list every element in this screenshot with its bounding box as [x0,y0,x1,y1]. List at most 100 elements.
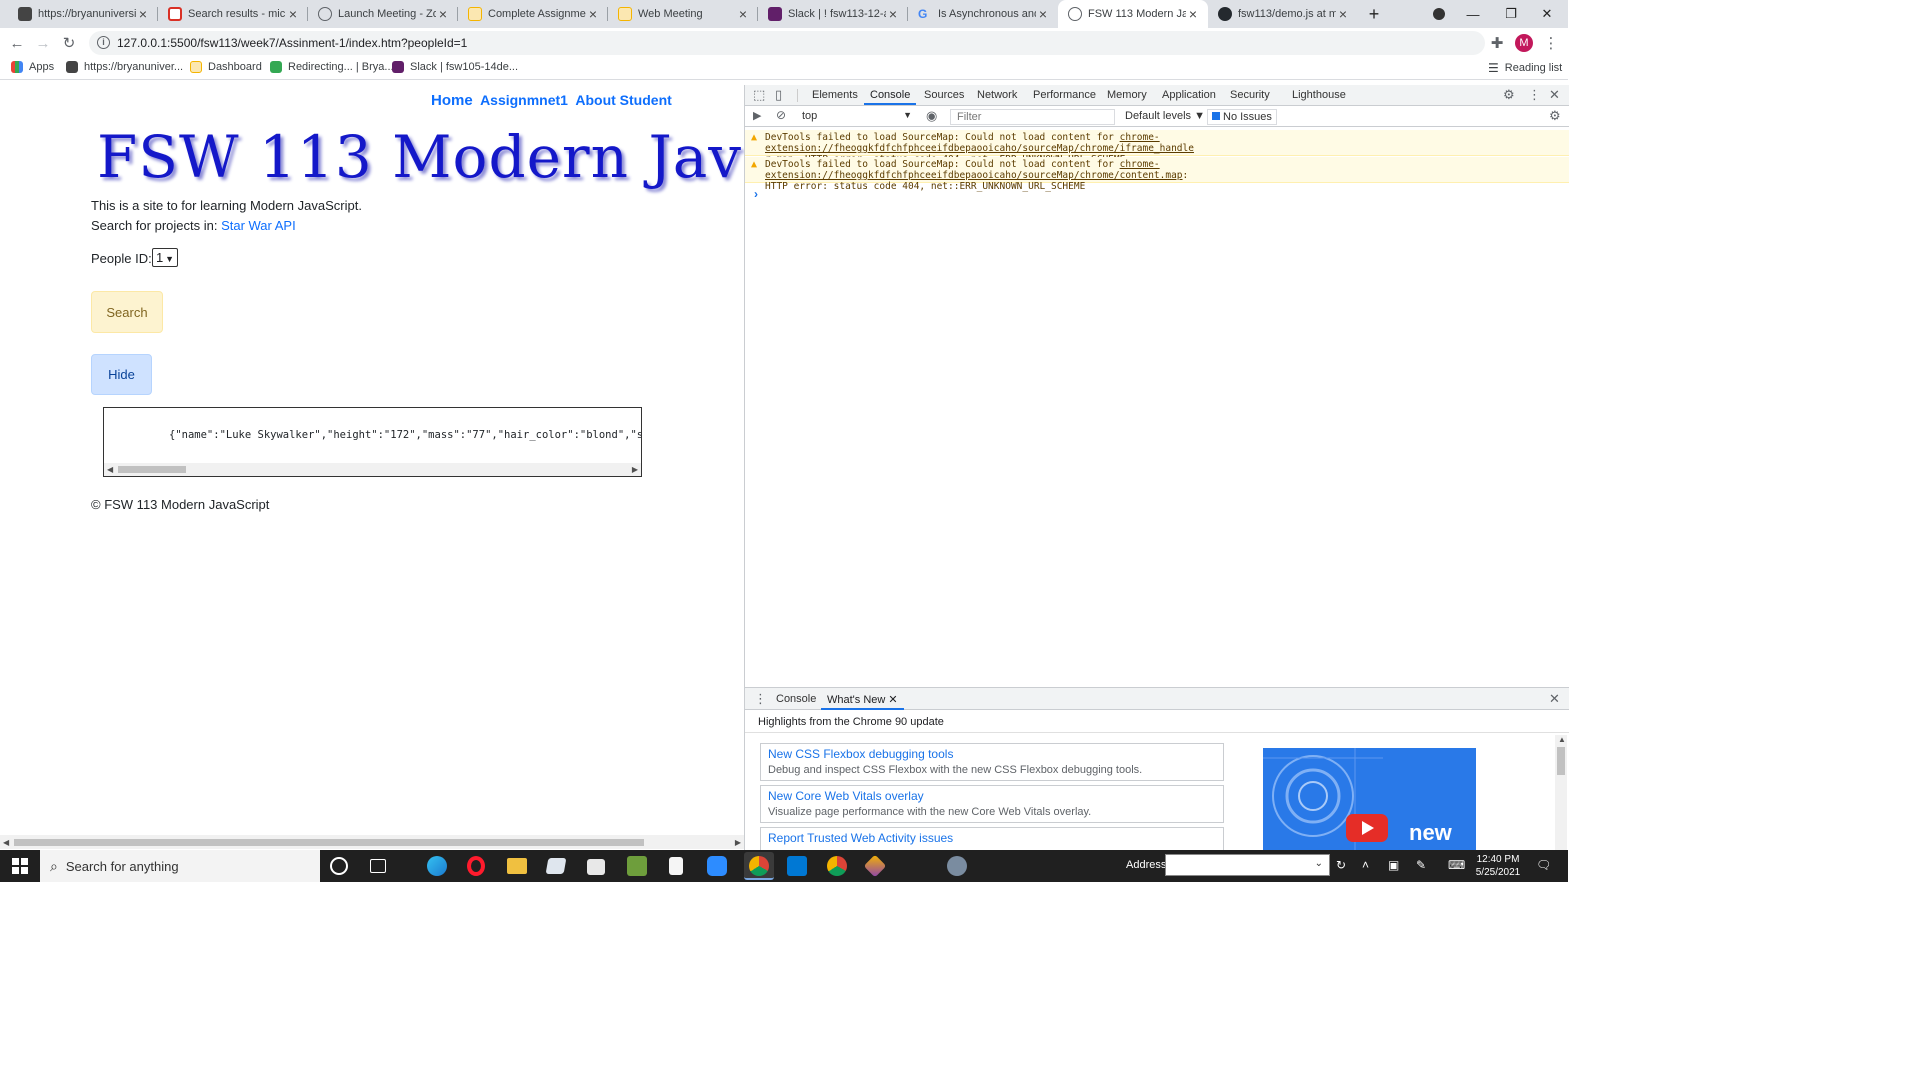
bookmark-bryan-university[interactable]: https://bryanuniver... [66,61,183,73]
close-icon[interactable]: × [736,6,750,22]
tab-web-meeting[interactable]: Web Meeting × [608,0,758,28]
menu-kebab-icon[interactable]: ⋮ [1528,87,1541,103]
tab-elements[interactable]: Elements [812,89,858,101]
context-select[interactable]: top ▼ [802,110,912,122]
nav-home-link[interactable]: Home [431,92,473,109]
profile-avatar[interactable]: M [1513,32,1535,54]
console-prompt-caret[interactable]: › [754,187,758,201]
bookmark-apps[interactable]: Apps [11,61,54,73]
file-explorer-icon[interactable] [507,858,527,874]
close-devtools-icon[interactable]: ✕ [1549,87,1560,103]
edge-icon[interactable] [427,856,447,876]
close-drawer-icon[interactable]: ✕ [1549,691,1560,707]
console-settings-gear-icon[interactable]: ⚙ [1549,108,1561,124]
drawer-tab-console[interactable]: Console [776,693,816,705]
url-text[interactable]: 127.0.0.1:5500/fsw113/week7/Assinment-1/… [117,36,467,50]
minecraft-icon[interactable] [627,856,647,876]
search-button[interactable]: Search [91,291,163,333]
tab-sources[interactable]: Sources [924,89,964,101]
nav-assignment1-link[interactable]: Assignmnet1 [480,92,568,108]
page-horizontal-scrollbar[interactable]: ◀ ▶ [0,835,744,849]
tray-expand-icon[interactable]: ˄ [1362,858,1369,872]
window-close-icon[interactable]: ✕ [1526,0,1568,28]
star-war-api-link[interactable]: Star War API [221,218,296,233]
notification-icon[interactable]: 🗨 [1536,858,1551,872]
chrome-active-icon[interactable] [744,852,774,880]
tab-launch-meeting[interactable]: Launch Meeting - Zoom × [308,0,458,28]
tab-google-async[interactable]: G Is Asynchronous and m × [908,0,1058,28]
whats-new-card[interactable]: New Core Web Vitals overlay Visualize pa… [760,785,1224,823]
vscode-icon[interactable] [787,856,807,876]
bookmark-slack[interactable]: Slack | fsw105-14de... [392,61,518,73]
youtube-play-icon[interactable] [1346,814,1388,842]
scroll-up-icon[interactable]: ▲ [1558,735,1566,744]
eye-icon[interactable]: ◉ [926,108,937,124]
extensions-puzzle-icon[interactable]: ✚ [1486,32,1508,54]
sticky-app-icon[interactable] [545,858,567,874]
close-icon[interactable]: × [886,6,900,22]
close-icon[interactable]: × [1186,6,1200,22]
tab-security[interactable]: Security [1230,89,1270,101]
nav-about-student-link[interactable]: About Student [575,92,671,108]
whats-new-card[interactable]: Report Trusted Web Activity issues [760,827,1224,851]
address-bar[interactable]: i 127.0.0.1:5500/fsw113/week7/Assinment-… [89,31,1485,55]
address-toolbar-input[interactable]: ⌄ [1165,854,1330,876]
hide-button[interactable]: Hide [91,354,152,395]
tab-performance[interactable]: Performance [1033,89,1096,101]
reading-list-button[interactable]: ☰ Reading list [1488,61,1562,75]
json-horizontal-scrollbar[interactable]: ◀ ▶ [104,463,641,476]
site-info-icon[interactable]: i [97,36,110,49]
scroll-thumb[interactable] [118,466,186,473]
people-id-select[interactable]: 1 ▼ [152,248,178,267]
keyboard-icon[interactable]: ⌨ [1448,858,1465,872]
cortana-icon[interactable] [330,857,348,875]
scroll-right-icon[interactable]: ▶ [735,838,741,847]
close-icon[interactable]: × [286,6,300,22]
task-view-icon[interactable] [370,859,386,873]
back-arrow-icon[interactable]: ← [6,32,28,54]
scroll-thumb[interactable] [14,839,644,846]
zoom-icon[interactable] [707,856,727,876]
reload-icon[interactable]: ↻ [58,32,80,54]
tab-complete-assignment[interactable]: Complete Assignment × [458,0,608,28]
taskbar-search-box[interactable]: ⌕ Search for anything [40,850,320,882]
console-filter-input[interactable]: Filter [950,109,1115,125]
menu-kebab-icon[interactable]: ⋮ [1540,32,1562,54]
new-tab-plus-icon[interactable]: + [1358,0,1390,28]
close-icon[interactable]: × [136,6,150,22]
whats-new-video-thumbnail[interactable]: new [1263,748,1476,852]
close-icon[interactable]: × [1336,6,1350,22]
store-icon[interactable] [587,859,605,875]
tab-lighthouse[interactable]: Lighthouse [1292,89,1346,101]
drawer-vertical-scrollbar[interactable]: ▲ [1555,735,1567,851]
tab-bryan-university[interactable]: https://bryanuniversity × [8,0,158,28]
card-title[interactable]: New CSS Flexbox debugging tools [768,747,1216,761]
notepad-icon[interactable] [669,857,683,875]
bookmark-dashboard[interactable]: Dashboard [190,61,262,73]
tab-console[interactable]: Console [863,89,917,105]
system-clock[interactable]: 12:40 PM 5/25/2021 [1470,853,1526,879]
close-icon[interactable]: ✕ [888,694,897,706]
meet-now-icon[interactable]: ▣ [1388,858,1399,872]
refresh-icon[interactable]: ↻ [1336,858,1346,872]
clear-console-icon[interactable]: ⊘ [776,108,786,122]
settings-app-icon[interactable] [947,856,967,876]
chevron-down-icon[interactable]: ⌄ [1315,858,1323,869]
drawer-menu-icon[interactable]: ⋮ [754,691,767,707]
tab-gmail-search[interactable]: Search results - michae × [158,0,308,28]
inspect-element-icon[interactable]: ⬚ [753,87,765,103]
opera-icon[interactable] [467,856,485,876]
drawer-tab-whats-new[interactable]: What's New ✕ [821,693,904,710]
chrome-icon[interactable] [827,856,847,876]
scroll-left-icon[interactable]: ◀ [107,465,113,474]
settings-gear-icon[interactable]: ⚙ [1503,87,1515,103]
close-icon[interactable]: × [586,6,600,22]
scroll-right-icon[interactable]: ▶ [632,465,638,474]
card-title[interactable]: Report Trusted Web Activity issues [768,831,1216,845]
windows-start-button[interactable] [0,850,40,882]
issues-button[interactable]: No Issues [1207,109,1277,125]
close-icon[interactable]: × [1036,6,1050,22]
tab-memory[interactable]: Memory [1107,89,1147,101]
tab-fsw113-active[interactable]: FSW 113 Modern Java × [1058,0,1208,28]
json-output-box[interactable]: {"name":"Luke Skywalker","height":"172",… [103,407,642,477]
